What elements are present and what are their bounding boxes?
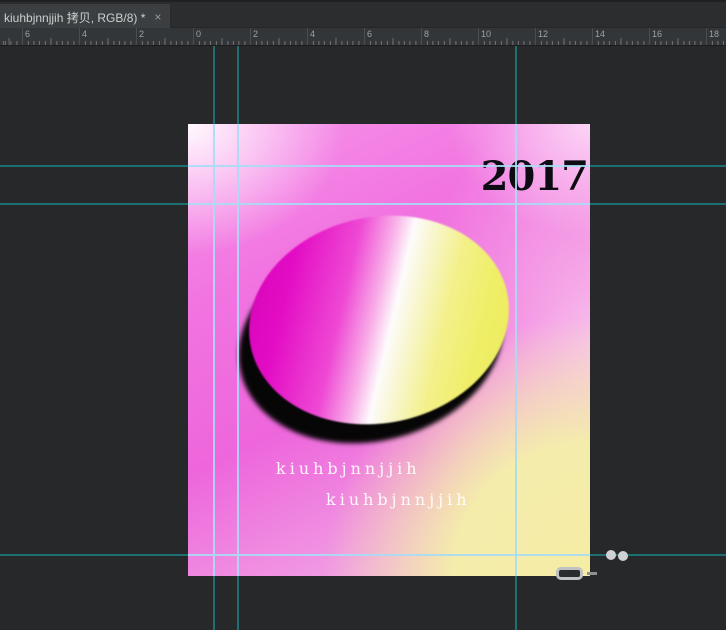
ruler-major-tick: [364, 28, 365, 45]
ruler-unit-label: 8: [424, 30, 429, 39]
ruler-major-tick: [592, 28, 593, 45]
ruler-unit-label: 12: [538, 30, 548, 39]
ruler-unit-label: 18: [709, 30, 719, 39]
ruler-unit-label: 0: [196, 30, 201, 39]
ruler-unit-label: 6: [25, 30, 30, 39]
poster-year-text: 2017: [481, 157, 588, 197]
document-tab-title: kiuhbjnnjjih 拷贝, RGB/8) *: [4, 9, 145, 26]
ruler-major-tick: [193, 28, 194, 45]
ruler-major-tick: [478, 28, 479, 45]
ruler-unit-label: 4: [82, 30, 87, 39]
ruler-unit-label: 10: [481, 30, 491, 39]
guide-vertical[interactable]: [237, 124, 239, 576]
watermark-dot: [618, 551, 628, 561]
guide-vertical[interactable]: [515, 124, 517, 576]
ruler-unit-label: 6: [367, 30, 372, 39]
poster-caption-line2: kiuhbjnnjjih: [326, 491, 471, 509]
watermark-fragment: [587, 572, 597, 575]
ruler-major-tick: [307, 28, 308, 45]
document-tab[interactable]: kiuhbjnnjjih 拷贝, RGB/8) * ×: [0, 4, 171, 30]
ruler-unit-label: 4: [310, 30, 315, 39]
document-tab-bar: kiuhbjnnjjih 拷贝, RGB/8) * ×: [0, 0, 726, 28]
ruler-minor-ticks: [0, 41, 726, 45]
guide-vertical[interactable]: [213, 124, 215, 576]
ruler-unit-label: 14: [595, 30, 605, 39]
ruler-major-tick: [421, 28, 422, 45]
ruler-unit-label: 16: [652, 30, 662, 39]
guide-horizontal[interactable]: [188, 554, 590, 556]
ruler-major-tick: [535, 28, 536, 45]
ruler-major-tick: [22, 28, 23, 45]
ruler-major-tick: [79, 28, 80, 45]
poster-document[interactable]: 2017 kiuhbjnnjjih kiuhbjnnjjih: [188, 124, 590, 576]
close-icon[interactable]: ×: [154, 10, 161, 24]
poster-caption-line1: kiuhbjnnjjih: [276, 460, 421, 478]
guide-horizontal[interactable]: [188, 165, 590, 167]
horizontal-ruler[interactable]: 6 4 2 0 2 4 6 8 10 12 14 16 18: [0, 28, 726, 46]
ruler-unit-label: 2: [253, 30, 258, 39]
ruler-major-tick: [706, 28, 707, 45]
watermark-fragment: [556, 567, 583, 580]
ruler-major-tick: [136, 28, 137, 45]
ruler-major-tick: [250, 28, 251, 45]
ruler-unit-label: 2: [139, 30, 144, 39]
guide-horizontal[interactable]: [188, 203, 590, 205]
photoshop-window: kiuhbjnnjjih 拷贝, RGB/8) * × 6 4 2 0 2 4 6 8 10 12…: [0, 0, 726, 630]
ruler-major-tick: [649, 28, 650, 45]
canvas-area[interactable]: 2017 kiuhbjnnjjih kiuhbjnnjjih: [0, 46, 726, 630]
watermark-dot: [606, 550, 616, 560]
